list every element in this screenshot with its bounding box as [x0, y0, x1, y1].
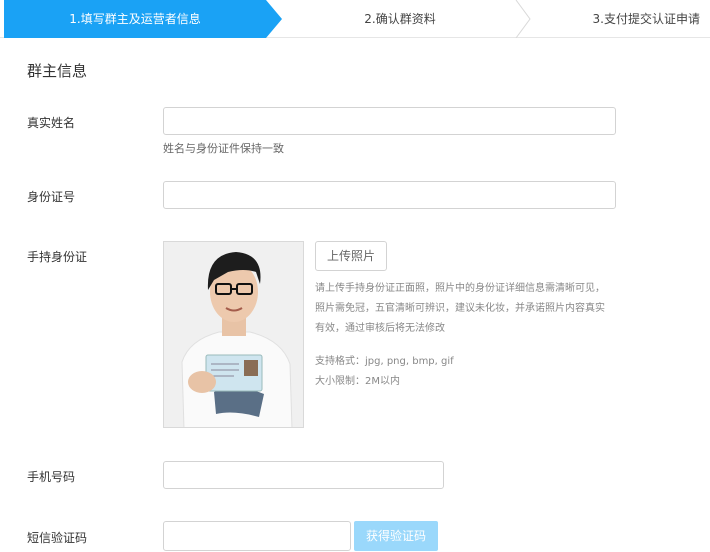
photo-desc-line: 有效，通过审核后将无法修改	[315, 323, 445, 334]
step-1-active: 1.填写群主及运营者信息	[4, 0, 266, 38]
real-name-label: 真实姓名	[27, 116, 76, 130]
step-progress-bar: 1.填写群主及运营者信息 2.确认群资料 3.支付提交认证申请	[0, 0, 710, 38]
real-name-hint: 姓名与身份证件保持一致	[163, 142, 284, 155]
step-1-arrow-icon	[266, 0, 282, 38]
photo-desc-line: 请上传手持身份证正面照，照片中的身份证详细信息需清晰可见，	[315, 283, 605, 294]
step-2: 2.确认群资料	[364, 12, 436, 26]
sms-code-input[interactable]	[163, 521, 351, 551]
photo-format-text: 支持格式：jpg, png, bmp, gif	[315, 356, 454, 367]
photo-desc-line: 照片需免冠，五官清晰可辨识，建议未化妆，并承诺照片内容真实	[315, 303, 605, 314]
id-number-input[interactable]	[163, 181, 616, 209]
phone-label: 手机号码	[27, 470, 76, 484]
phone-input[interactable]	[163, 461, 444, 489]
photo-size-text: 大小限制：2M以内	[315, 376, 400, 387]
id-photo-sample-image	[163, 241, 304, 428]
id-photo-label: 手持身份证	[27, 250, 88, 264]
id-number-label: 身份证号	[27, 190, 76, 204]
upload-photo-button[interactable]: 上传照片	[315, 241, 387, 271]
photo-requirements-text: 请上传手持身份证正面照，照片中的身份证详细信息需清晰可见， 照片需免冠，五官清晰…	[315, 279, 605, 339]
section-title: 群主信息	[27, 62, 88, 80]
step-3: 3.支付提交认证申请	[592, 12, 700, 26]
real-name-input[interactable]	[163, 107, 616, 135]
step-separator-chevron-icon	[515, 0, 531, 38]
get-code-button[interactable]: 获得验证码	[354, 521, 438, 551]
sms-code-label: 短信验证码	[27, 531, 88, 545]
